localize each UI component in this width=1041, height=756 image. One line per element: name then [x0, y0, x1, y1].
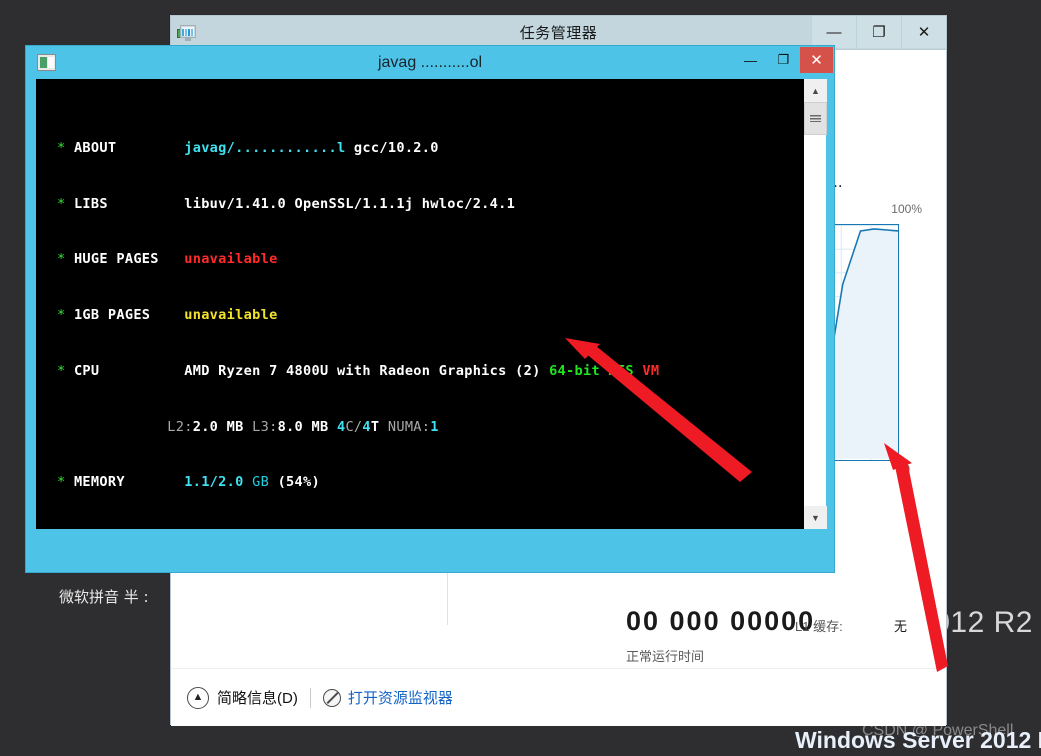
- screen: 2012 R2 CSDN @ PowerShell Windows Server…: [0, 0, 1041, 756]
- scrollbar-grip-icon: [810, 115, 821, 122]
- console-titlebar[interactable]: javag ...........ol — ❐ ✕: [26, 46, 834, 79]
- scrollbar-thumb[interactable]: [804, 102, 827, 135]
- console-row: L2:2.0 MB L3:8.0 MB 4C/4T NUMA:1: [167, 418, 439, 435]
- maximize-icon[interactable]: ❐: [767, 47, 800, 73]
- minimize-icon[interactable]: —: [811, 16, 856, 48]
- graph-y-min-label: 0: [903, 462, 910, 476]
- console-row: * MEMORY 1.1/2.0 GB (54%): [40, 474, 320, 491]
- console-scrollbar[interactable]: ▲ ▼: [803, 79, 827, 529]
- console-row: * ABOUT javag/............l gcc/10.2.0: [40, 139, 439, 156]
- console-window[interactable]: javag ...........ol — ❐ ✕ * ABOUT javag/…: [25, 45, 835, 606]
- partially-obscured-stat-row: 00 000 00000: [626, 606, 816, 636]
- console-row: * LIBS libuv/1.41.0 OpenSSL/1.1.1j hwloc…: [40, 195, 516, 212]
- open-resource-monitor-link[interactable]: 打开资源监视器: [322, 687, 453, 708]
- console-row: * 1GB PAGES unavailable: [40, 307, 278, 324]
- console-title: javag ...........ol: [377, 53, 483, 71]
- resource-monitor-icon: [322, 688, 341, 707]
- close-icon[interactable]: ✕: [901, 16, 946, 48]
- console-row: * HUGE PAGES unavailable: [40, 251, 278, 268]
- graph-y-max-label: 100%: [891, 202, 922, 216]
- chevron-up-icon[interactable]: ▲: [187, 686, 209, 709]
- l1-cache-value: 无: [894, 619, 908, 634]
- scroll-down-icon[interactable]: ▼: [804, 506, 827, 529]
- uptime-label: 正常运行时间: [626, 649, 705, 664]
- desktop-wallpaper-text-bottom: Windows Server 2012 R2 Da: [795, 727, 1041, 753]
- maximize-icon[interactable]: ❐: [856, 16, 901, 48]
- console-output-area[interactable]: * ABOUT javag/............l gcc/10.2.0 *…: [36, 79, 803, 529]
- l1-cache-label: L1 缓存:: [795, 619, 843, 634]
- task-manager-bottom-bar: ▲ 简略信息(D) 打开资源监视器: [171, 668, 946, 726]
- console-inner: * ABOUT javag/............l gcc/10.2.0 *…: [36, 79, 827, 529]
- fewer-details-button[interactable]: ▲ 简略信息(D): [187, 686, 298, 709]
- minimize-icon[interactable]: —: [734, 47, 767, 73]
- bottom-bar-divider: [309, 687, 311, 708]
- open-resource-monitor-label: 打开资源监视器: [347, 690, 453, 707]
- scroll-up-icon[interactable]: ▲: [804, 79, 827, 102]
- close-icon[interactable]: ✕: [800, 47, 833, 73]
- console-row: * CPU AMD Ryzen 7 4800U with Radeon Grap…: [40, 362, 660, 379]
- console-caption-buttons[interactable]: — ❐ ✕: [734, 47, 833, 73]
- fewer-details-label: 简略信息(D): [217, 690, 298, 707]
- ime-status-indicator: 微软拼音 半 :: [59, 588, 149, 606]
